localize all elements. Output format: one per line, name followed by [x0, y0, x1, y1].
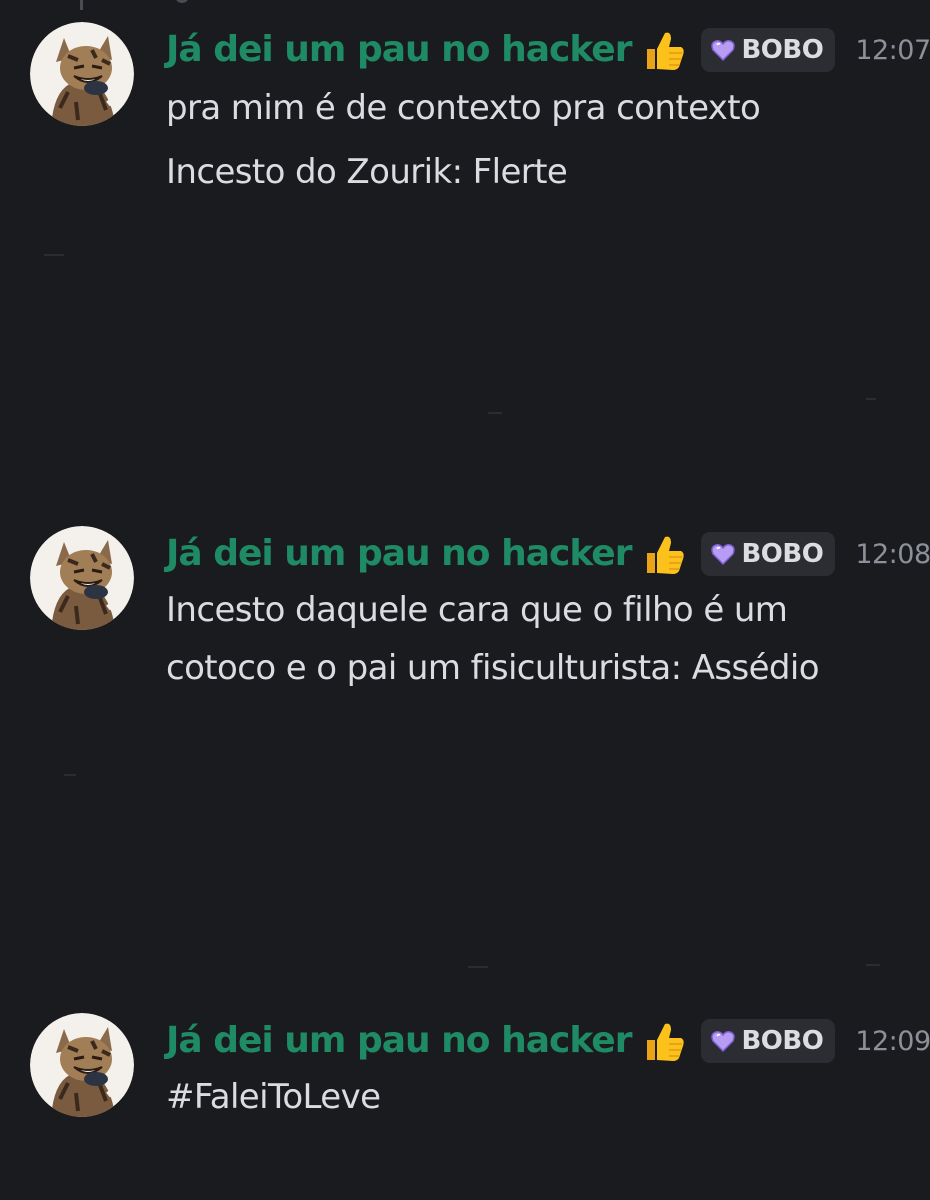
thumbs-up-icon — [641, 27, 687, 73]
message-text: Incesto daquele cara que o filho é um — [166, 590, 788, 630]
user-avatar[interactable] — [30, 1013, 134, 1117]
timestamp: 12:07 — [855, 34, 930, 66]
role-name: BOBO — [741, 35, 824, 65]
username[interactable]: Já dei um pau no hacker — [166, 526, 632, 582]
thumbs-up-icon — [641, 531, 687, 577]
role-name: BOBO — [741, 539, 824, 569]
purple-heart-icon — [711, 544, 736, 565]
message-header: Já dei um pau no hacker BOBO 12:09 — [166, 1013, 930, 1069]
timestamp: 12:08 — [855, 538, 930, 570]
message-text: pra mim é de contexto pra contexto — [166, 88, 761, 128]
timestamp: 12:09 — [855, 1025, 930, 1057]
role-name: BOBO — [741, 1026, 824, 1056]
username[interactable]: Já dei um pau no hacker — [166, 22, 632, 78]
thread-line — [80, 0, 83, 10]
message-header: Já dei um pau no hacker BOBO 12:07 — [166, 22, 930, 78]
user-avatar[interactable] — [30, 526, 134, 630]
user-avatar[interactable] — [30, 22, 134, 126]
previous-message-edge — [176, 0, 188, 3]
username[interactable]: Já dei um pau no hacker — [166, 1013, 632, 1069]
role-badge[interactable]: BOBO — [701, 1019, 836, 1063]
message-header: Já dei um pau no hacker BOBO 12:08 — [166, 526, 930, 582]
role-badge[interactable]: BOBO — [701, 28, 836, 72]
purple-heart-icon — [711, 1031, 736, 1052]
message-text: Incesto do Zourik: Flerte — [166, 152, 568, 192]
purple-heart-icon — [711, 40, 736, 61]
role-badge[interactable]: BOBO — [701, 532, 836, 576]
message-text: #FaleiToLeve — [166, 1077, 381, 1117]
thumbs-up-icon — [641, 1018, 687, 1064]
message-text: cotoco e o pai um fisiculturista: Assédi… — [166, 648, 820, 688]
